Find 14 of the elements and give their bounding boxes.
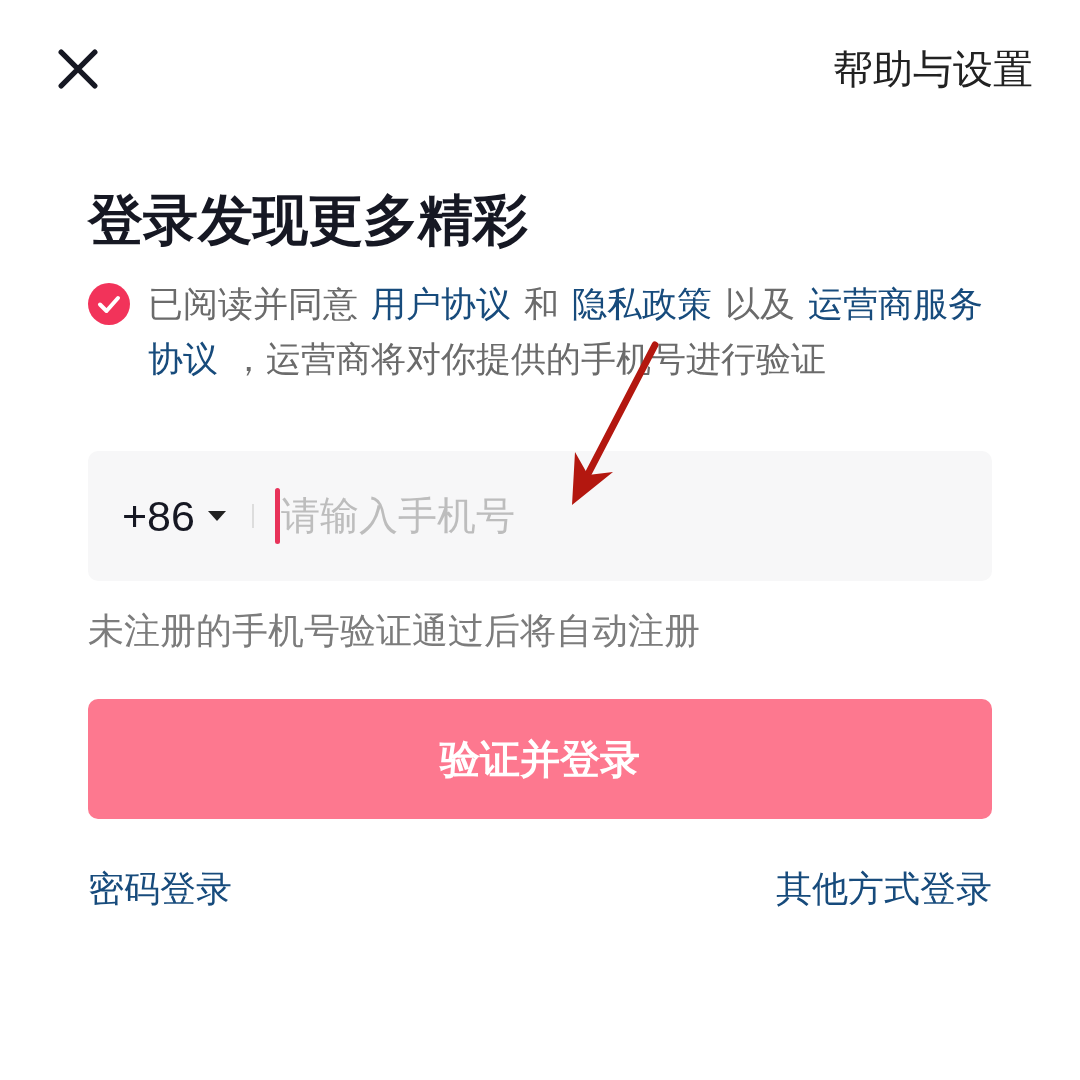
hint-text: 未注册的手机号验证通过后将自动注册 xyxy=(88,609,701,653)
other-login-link[interactable]: 其他方式登录 xyxy=(776,867,992,911)
terms-link[interactable]: 协议 xyxy=(148,331,218,386)
phone-field[interactable]: +86 请输入手机号 xyxy=(88,451,992,581)
close-icon[interactable] xyxy=(58,49,98,89)
terms-link[interactable]: 隐私政策 xyxy=(572,276,712,331)
help-settings-link[interactable]: 帮助与设置 xyxy=(833,47,1033,91)
country-code-selector[interactable]: +86 xyxy=(122,491,226,541)
page-title: 登录发现更多精彩 xyxy=(88,188,529,253)
agreement-checkbox[interactable] xyxy=(88,283,130,325)
terms-link[interactable]: 用户协议 xyxy=(371,276,511,331)
caret-down-icon xyxy=(207,511,226,521)
password-login-link[interactable]: 密码登录 xyxy=(88,867,232,911)
terms-link[interactable]: 运营商服务 xyxy=(808,276,983,331)
